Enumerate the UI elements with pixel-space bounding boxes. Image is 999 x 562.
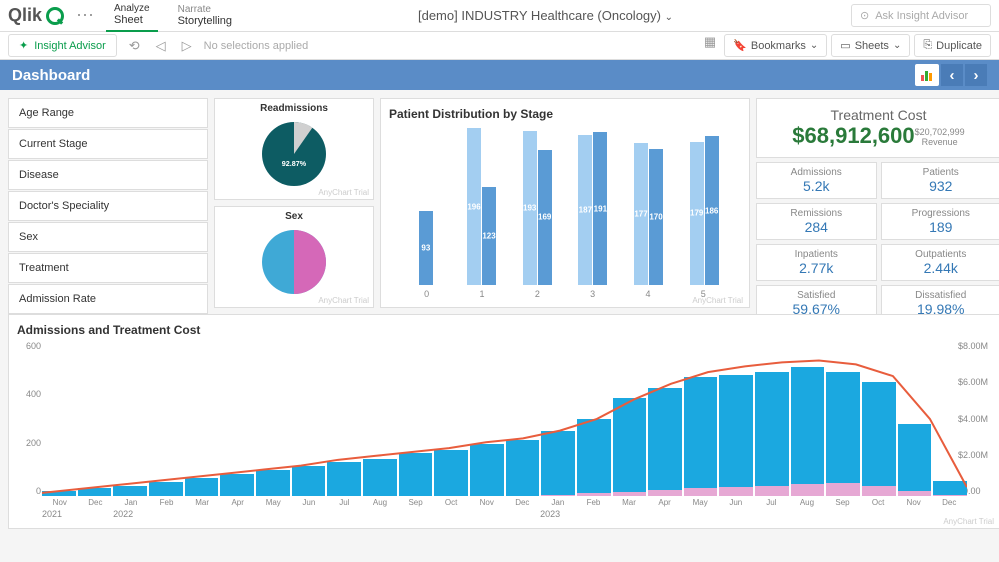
stage-distribution-chart[interactable]: Patient Distribution by Stage 9319612319…: [380, 98, 750, 308]
bar-group: 177170: [622, 143, 676, 285]
combo-bar: [933, 481, 967, 497]
filter-treatment[interactable]: Treatment: [8, 253, 208, 283]
nav-analyze[interactable]: AnalyzeSheet: [106, 0, 158, 32]
filter-age-range[interactable]: Age Range: [8, 98, 208, 128]
combo-bar: [399, 453, 433, 496]
bookmark-icon: 🔖: [733, 39, 747, 52]
more-icon[interactable]: ⋯: [76, 5, 94, 26]
combo-bar: [149, 482, 183, 496]
bar-group: 93: [399, 211, 453, 285]
combo-bar: [470, 444, 504, 496]
combo-bar: [434, 450, 468, 497]
insight-advisor-button[interactable]: ✦Insight Advisor: [8, 34, 117, 57]
back-icon[interactable]: ◁: [152, 38, 170, 54]
forward-icon[interactable]: ▷: [178, 38, 196, 54]
sheets-button[interactable]: ▭Sheets⌄: [831, 34, 910, 57]
combo-bar: [684, 377, 718, 496]
filter-doctor-s-speciality[interactable]: Doctor's Speciality: [8, 191, 208, 221]
app-title-dropdown[interactable]: [demo] INDUSTRY Healthcare (Oncology) ⌄: [252, 8, 839, 23]
bar-group: 179186: [677, 136, 731, 285]
kpi-treatment-cost[interactable]: Treatment Cost $68,912,600$20,702,999Rev…: [756, 98, 999, 158]
filter-admission-rate[interactable]: Admission Rate: [8, 284, 208, 314]
bar-group: 187191: [566, 132, 620, 285]
svg-text:92.87%: 92.87%: [282, 159, 307, 168]
dashboard-title: Dashboard: [12, 67, 90, 84]
combo-bar: [220, 474, 254, 496]
combo-bar: [256, 470, 290, 496]
search-input[interactable]: ⊙ Ask Insight Advisor: [851, 4, 991, 27]
combo-bar: [327, 462, 361, 496]
combo-bar: [363, 459, 397, 496]
combo-bar: [719, 375, 753, 496]
combo-bar: [541, 431, 575, 496]
logo: Qlik: [8, 5, 64, 26]
combo-bar: [292, 466, 326, 496]
combo-bar: [755, 372, 789, 496]
kpi-outpatients[interactable]: Outpatients2.44k: [881, 244, 999, 281]
combo-bar: [826, 372, 860, 496]
combo-bar: [506, 440, 540, 496]
filter-disease[interactable]: Disease: [8, 160, 208, 190]
combo-bar: [648, 388, 682, 497]
prev-sheet-button[interactable]: ‹: [941, 64, 963, 86]
combo-bar: [113, 486, 147, 496]
combo-bar: [577, 419, 611, 497]
combo-bar: [42, 491, 76, 496]
combo-bar: [862, 382, 896, 496]
bar-group: 193169: [510, 131, 564, 285]
sex-chart[interactable]: Sex AnyChart Trial: [214, 206, 374, 308]
kpi-inpatients[interactable]: Inpatients2.77k: [756, 244, 877, 281]
admissions-cost-chart[interactable]: Admissions and Treatment Cost 6004002000…: [8, 314, 999, 529]
bookmarks-button[interactable]: 🔖Bookmarks⌄: [724, 34, 827, 57]
filter-current-stage[interactable]: Current Stage: [8, 129, 208, 159]
filter-pane: Age RangeCurrent StageDiseaseDoctor's Sp…: [8, 98, 208, 308]
copy-icon: ⎘: [923, 39, 932, 52]
next-sheet-button[interactable]: ›: [965, 64, 987, 86]
readmissions-chart[interactable]: Readmissions 92.87% AnyChart Trial: [214, 98, 374, 200]
duplicate-button[interactable]: ⎘Duplicate: [914, 34, 991, 57]
selection-tool-icon[interactable]: ⟲: [125, 38, 144, 54]
selections-status: No selections applied: [204, 40, 309, 52]
kpi-progressions[interactable]: Progressions189: [881, 203, 999, 240]
combo-bar: [791, 367, 825, 496]
chart-icon[interactable]: [915, 64, 939, 86]
search-icon: ⊙: [860, 9, 869, 22]
grid-icon[interactable]: ▦: [700, 34, 720, 57]
combo-bar: [185, 478, 219, 496]
kpi-patients[interactable]: Patients932: [881, 162, 999, 199]
kpi-admissions[interactable]: Admissions5.2k: [756, 162, 877, 199]
combo-bar: [898, 424, 932, 496]
filter-sex[interactable]: Sex: [8, 222, 208, 252]
kpi-remissions[interactable]: Remissions284: [756, 203, 877, 240]
nav-narrate[interactable]: NarrateStorytelling: [170, 0, 240, 31]
bulb-icon: ✦: [19, 39, 28, 52]
combo-bar: [613, 398, 647, 496]
combo-bar: [78, 488, 112, 496]
bar-group: 196123: [455, 128, 509, 285]
sheet-icon: ▭: [840, 39, 850, 52]
